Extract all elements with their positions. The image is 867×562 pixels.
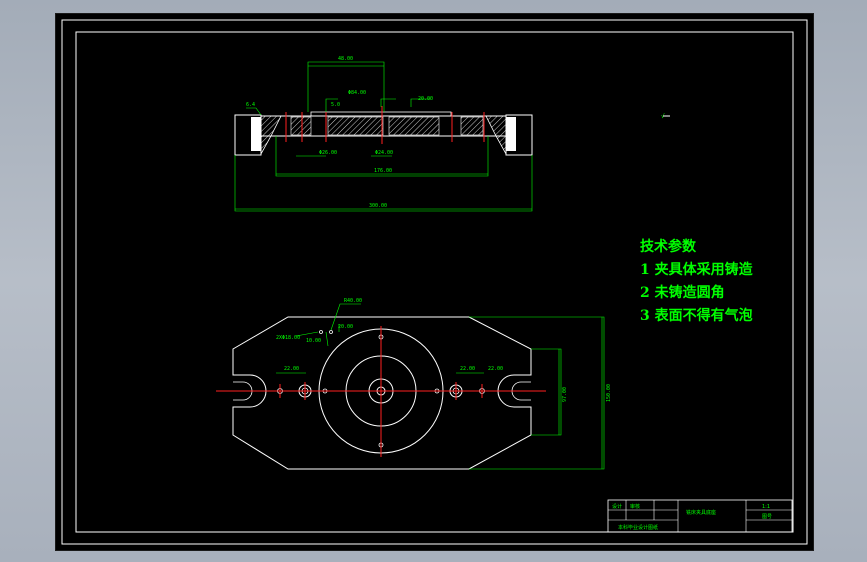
tb-cell2: 审核 [630, 503, 640, 510]
dim-top-width: 48.00 [338, 56, 353, 62]
title-block: 设计 审核 铣床夹具底座 1:1 图号 本科毕业设计图纸 [607, 499, 793, 533]
outer-frame [61, 19, 808, 545]
plan-view: R40.00 2XΦ18.00 10.00 20.00 22.00 22.00 … [216, 298, 612, 470]
dim-overall: 300.00 [369, 203, 387, 209]
dim-plan-left: 22.00 [284, 366, 299, 372]
tb-scale: 1:1 [762, 504, 770, 510]
tb-school: 本科毕业设计图纸 [618, 524, 658, 531]
tb-drawing-name: 铣床夹具底座 [686, 509, 716, 516]
inner-frame [75, 31, 794, 533]
dim-top-right: 20.00 [418, 96, 433, 102]
drawing-sheet: 48.00 5.0 Φ84.00 20.00 6.4 Φ26.00 Φ24.00… [55, 13, 814, 551]
dim-bottom-left: Φ26.00 [319, 150, 337, 156]
tech-note-2: 2 未铸造圆角 [640, 284, 725, 301]
dim-plan-overall: 150.00 [606, 384, 612, 402]
tech-note-3: 3 表面不得有气泡 [640, 307, 753, 324]
tech-notes: 技术参数 1 夹具体采用铸造 2 未铸造圆角 3 表面不得有气泡 [640, 238, 753, 324]
tb-sheet: 图号 [762, 514, 772, 520]
tech-title: 技术参数 [640, 238, 697, 255]
dim-left-angle: 6.4 [246, 102, 255, 108]
dim-plan-b: 20.00 [338, 324, 353, 330]
dim-plan-right2: 22.00 [488, 366, 503, 372]
dim-plan-right1: 22.00 [460, 366, 475, 372]
dim-plan-r: R40.00 [344, 298, 362, 304]
dim-lower-span: 176.00 [374, 168, 392, 174]
tech-note-1: 1 夹具体采用铸造 [640, 261, 753, 278]
dim-bottom-mid: Φ24.00 [375, 150, 393, 156]
dim-plan-a: 10.00 [306, 338, 321, 344]
dim-top-mid: Φ84.00 [348, 90, 366, 96]
dim-top-small: 5.0 [331, 102, 340, 108]
tb-cell1: 设计 [612, 503, 622, 510]
cad-drawing: 48.00 5.0 Φ84.00 20.00 6.4 Φ26.00 Φ24.00… [61, 19, 808, 545]
section-view: 48.00 5.0 Φ84.00 20.00 6.4 Φ26.00 Φ24.00… [234, 56, 533, 212]
dim-plan-height: 97.00 [562, 387, 568, 402]
dim-plan-hole: 2XΦ18.00 [276, 335, 300, 341]
